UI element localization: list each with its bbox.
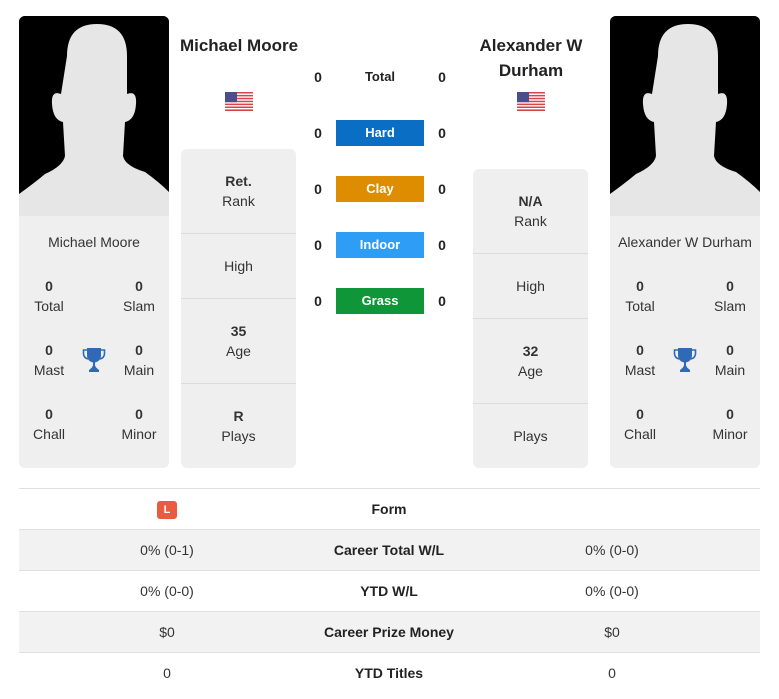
player2-titles-total: 0 Total — [625, 278, 655, 314]
us-flag-icon — [517, 92, 545, 111]
surface-row-hard: 0 Hard 0 — [300, 120, 460, 146]
player2-card-name[interactable]: Alexander W Durham — [610, 234, 760, 250]
surface-badge-grass: Grass — [336, 288, 424, 314]
table-row: 0% (0-0) YTD W/L 0% (0-0) — [19, 571, 760, 612]
table-row: 0% (0-1) Career Total W/L 0% (0-0) — [19, 530, 760, 571]
player1-age: 35 Age — [181, 298, 296, 383]
player2-value: 0% (0-0) — [585, 583, 639, 599]
player1-titles-main: 0 Main — [123, 342, 155, 378]
form-row: L Form — [19, 489, 760, 530]
player2-titles-chall: 0 Chall — [624, 406, 656, 442]
trophy-icon — [82, 348, 106, 372]
row-label: YTD W/L — [360, 583, 418, 599]
table-row: 0 YTD Titles 0 — [19, 653, 760, 694]
surface-row-clay: 0 Clay 0 — [300, 176, 460, 202]
player1-name-heading[interactable]: Michael Moore — [174, 33, 304, 58]
player2-plays: Plays — [473, 403, 588, 468]
player1-form: L — [67, 489, 267, 530]
player2-value: 0% (0-0) — [585, 542, 639, 558]
player2-rank: N/A Rank — [514, 193, 547, 229]
player2-titles-card: Alexander W Durham 0 Total 0 Slam 0 Mast… — [610, 216, 760, 468]
player1-photo — [19, 16, 169, 216]
player-silhouette-icon — [610, 16, 760, 216]
player1-value: 0% (0-1) — [140, 542, 194, 558]
player1-titles-card: Michael Moore 0 Total 0 Slam 0 Mast 0 Ma… — [19, 216, 169, 468]
player1-value: 0% (0-0) — [140, 583, 194, 599]
player2-titles-mast: 0 Mast — [624, 342, 656, 378]
surface-row-indoor: 0 Indoor 0 — [300, 232, 460, 258]
player2-titles-main: 0 Main — [714, 342, 746, 378]
player2-info-card: N/A Rank High 32 Age Plays — [473, 169, 588, 468]
player2-titles-slam: 0 Slam — [714, 278, 746, 314]
player2-value: 0 — [608, 665, 616, 681]
player1-rank: Ret. Rank — [222, 173, 255, 209]
player1-info-card: Ret. Rank High 35 Age R Plays — [181, 149, 296, 468]
player-silhouette-icon — [19, 16, 169, 216]
surface-badge-clay: Clay — [336, 176, 424, 202]
player1-titles-minor: 0 Minor — [121, 406, 157, 442]
player1-titles-slam: 0 Slam — [123, 278, 155, 314]
row-label: Career Total W/L — [333, 542, 445, 558]
player1-titles-chall: 0 Chall — [33, 406, 65, 442]
player1-titles-mast: 0 Mast — [33, 342, 65, 378]
player1-high: High — [181, 233, 296, 298]
form-label: Form — [371, 501, 407, 517]
surface-label-total: Total — [364, 69, 396, 84]
player1-card-name[interactable]: Michael Moore — [19, 234, 169, 250]
player2-age: 32 Age — [473, 318, 588, 403]
surface-badge-hard: Hard — [336, 120, 424, 146]
trophy-icon — [673, 348, 697, 372]
surface-row-grass: 0 Grass 0 — [300, 288, 460, 314]
surface-badge-indoor: Indoor — [336, 232, 424, 258]
player2-value: $0 — [604, 624, 620, 640]
player2-high: High — [473, 253, 588, 318]
player2-photo — [610, 16, 760, 216]
surface-row-total: 0 Total 0 — [300, 64, 460, 90]
player1-value: $0 — [159, 624, 175, 640]
player2-titles-minor: 0 Minor — [712, 406, 748, 442]
table-row: $0 Career Prize Money $0 — [19, 612, 760, 653]
player2-name-heading[interactable]: Alexander W Durham — [466, 33, 596, 83]
player1-value: 0 — [163, 665, 171, 681]
comparison-table: L Form 0% (0-1) Career Total W/L 0% (0-0… — [19, 488, 760, 694]
row-label: YTD Titles — [354, 665, 424, 681]
row-label: Career Prize Money — [324, 624, 454, 640]
form-badge-loss: L — [157, 501, 177, 520]
player1-plays: R Plays — [181, 383, 296, 468]
player1-titles-total: 0 Total — [34, 278, 64, 314]
us-flag-icon — [225, 92, 253, 111]
